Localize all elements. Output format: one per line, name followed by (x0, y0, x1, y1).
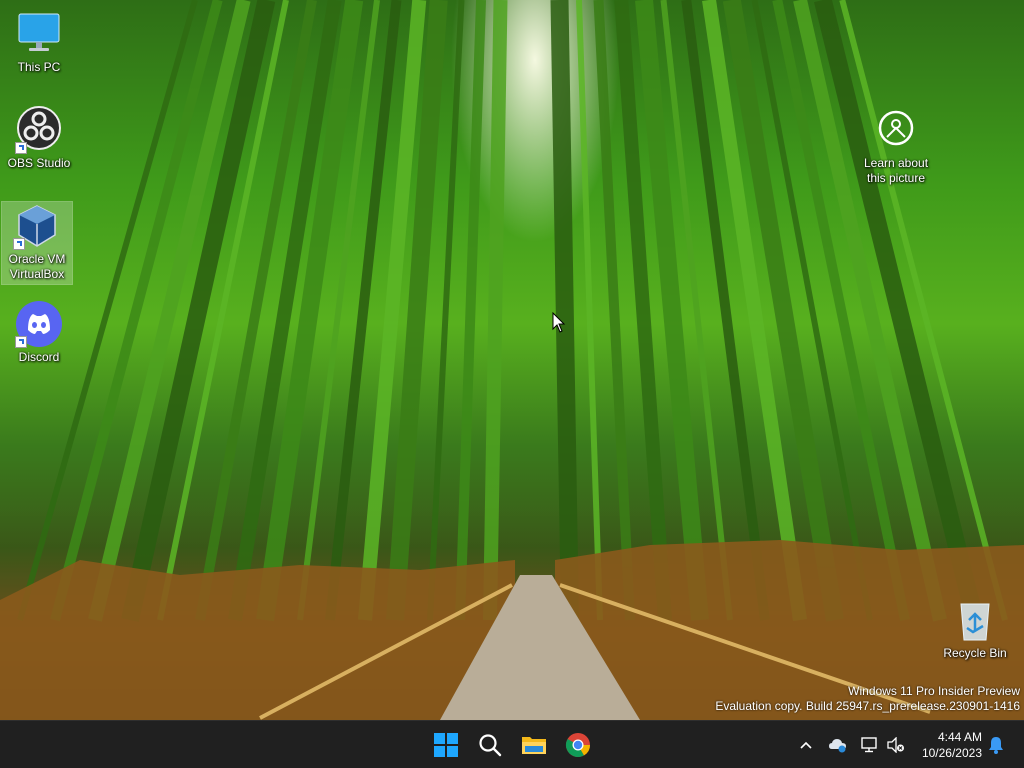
wallpaper-bamboo-forest (0, 0, 1024, 720)
start-button[interactable] (428, 727, 464, 763)
wallpaper-grass-left (0, 560, 515, 720)
bell-icon (989, 737, 1003, 754)
windows-logo-icon (434, 733, 458, 757)
wallpaper-bamboo-stalk (576, 0, 603, 621)
file-explorer-button[interactable] (516, 727, 552, 763)
desktop-icon-obs-studio[interactable]: OBS Studio (4, 106, 74, 171)
obs-icon (15, 106, 63, 154)
search-icon (479, 734, 502, 757)
build-watermark: Windows 11 Pro Insider Preview Evaluatio… (715, 684, 1020, 714)
folder-icon (522, 737, 546, 754)
tray-clock[interactable]: 4:44 AM 10/26/2023 (922, 729, 982, 761)
discord-icon (15, 300, 63, 348)
shortcut-arrow-icon (15, 142, 27, 154)
chrome-icon (565, 733, 590, 758)
wallpaper-bamboo-stalk (455, 0, 486, 621)
desktop-icon-label: This PC (17, 60, 61, 74)
desktop[interactable]: This PC OBS Studio Oracle VM VirtualBox (0, 0, 1024, 720)
desktop-icon-label: Discord (18, 350, 60, 364)
tray-date: 10/26/2023 (921, 746, 982, 760)
shortcut-arrow-icon (13, 238, 25, 250)
volume-muted-icon (887, 737, 904, 753)
desktop-icon-label: Oracle VM VirtualBox (8, 252, 66, 281)
camera-info-icon (878, 110, 914, 146)
wallpaper-bamboo-stalk (550, 0, 579, 621)
watermark-build: Evaluation copy. Build 25947.rs_prerelea… (715, 699, 1020, 713)
onedrive-tray-button[interactable] (828, 735, 848, 755)
desktop-icon-label: Learn about this picture (863, 156, 929, 185)
mouse-cursor-icon (552, 312, 566, 333)
chrome-button[interactable] (560, 727, 596, 763)
notifications-button[interactable] (986, 735, 1006, 755)
monitor-icon (15, 10, 63, 58)
shortcut-arrow-icon (15, 336, 27, 348)
search-button[interactable] (472, 727, 508, 763)
onedrive-cloud-icon (829, 739, 846, 753)
watermark-edition: Windows 11 Pro Insider Preview (848, 684, 1020, 698)
tray-time: 4:44 AM (937, 730, 982, 744)
desktop-icon-label: Recycle Bin (943, 646, 1007, 660)
desktop-icon-learn-about-picture[interactable]: Learn about this picture (860, 110, 932, 186)
desktop-icon-discord[interactable]: Discord (4, 300, 74, 365)
desktop-icon-this-pc[interactable]: This PC (4, 10, 74, 75)
virtualbox-icon (13, 202, 61, 250)
volume-tray-button[interactable] (886, 735, 906, 755)
network-tray-button[interactable] (860, 735, 880, 755)
taskbar: 4:44 AM 10/26/2023 (0, 720, 1024, 768)
show-hidden-icons-button[interactable] (796, 735, 816, 755)
desktop-icon-virtualbox[interactable]: Oracle VM VirtualBox (1, 201, 73, 285)
wallpaper-bamboo-stalk (483, 0, 508, 621)
chevron-up-icon (800, 741, 812, 749)
network-icon (861, 737, 877, 753)
desktop-icon-label: OBS Studio (7, 156, 71, 170)
recycle-bin-icon (951, 596, 999, 644)
desktop-icon-recycle-bin[interactable]: Recycle Bin (940, 596, 1010, 661)
